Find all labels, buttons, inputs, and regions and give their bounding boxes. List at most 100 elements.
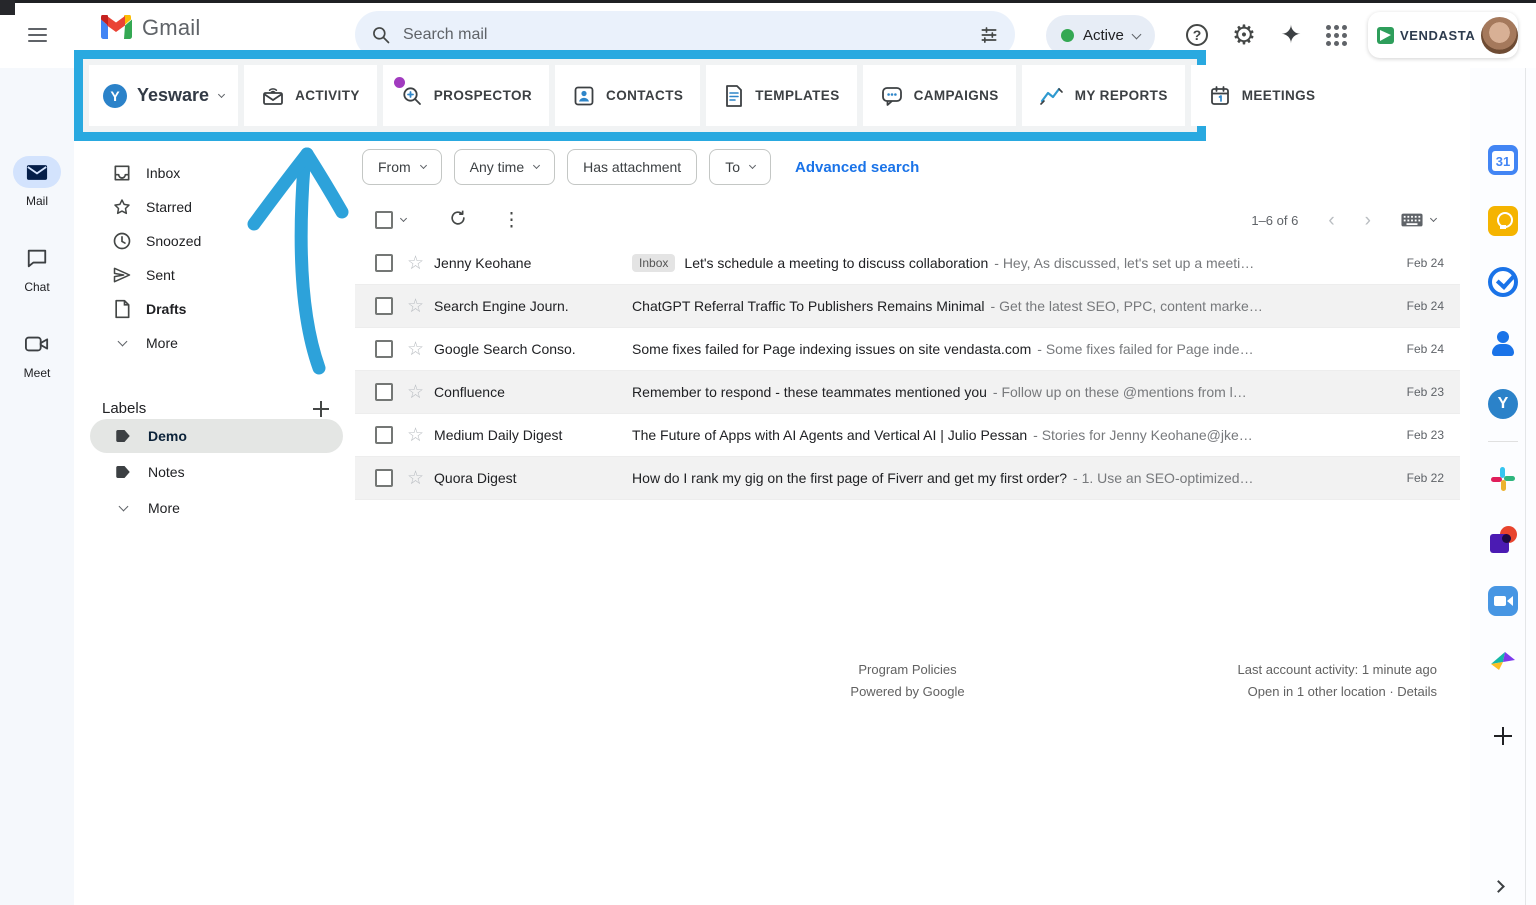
chevron-down-icon [218, 90, 225, 97]
label-tag-icon [114, 463, 132, 481]
gemini-button[interactable]: ✦ [1275, 19, 1307, 51]
vendasta-logo-icon [1377, 27, 1394, 44]
row-checkbox[interactable] [375, 383, 393, 401]
help-button[interactable]: ? [1181, 19, 1213, 51]
yesware-tab-activity[interactable]: ACTIVITY [244, 65, 377, 126]
star-icon [112, 197, 132, 217]
email-row[interactable]: ☆ Google Search Conso. Some fixes failed… [355, 328, 1460, 371]
help-icon: ? [1186, 24, 1208, 46]
star-icon[interactable]: ☆ [407, 381, 424, 404]
account-chip[interactable]: VENDASTA [1368, 12, 1518, 58]
filter-chip-anytime[interactable]: Any time [454, 149, 555, 185]
account-activity-details[interactable]: Open in 1 other location · Details [1238, 681, 1437, 703]
chevron-down-icon [1430, 215, 1437, 222]
active-status-dot [1061, 29, 1074, 42]
filter-chip-has-attachment[interactable]: Has attachment [567, 149, 697, 185]
email-sender: Quora Digest [434, 470, 632, 486]
star-icon[interactable]: ☆ [407, 295, 424, 318]
email-row[interactable]: ☆ Jenny Keohane Inbox Let's schedule a m… [355, 242, 1460, 285]
more-options-button[interactable]: ⋮ [502, 211, 521, 230]
email-snippet: - Hey, As discussed, let's set up a meet… [994, 255, 1254, 271]
purple-app-icon [1488, 525, 1518, 555]
window-top-edge [0, 0, 1536, 3]
star-icon[interactable]: ☆ [407, 252, 424, 275]
google-calendar-button[interactable]: 31 [1487, 144, 1519, 176]
advanced-search-link[interactable]: Advanced search [795, 159, 919, 176]
show-side-panel-button[interactable] [1492, 880, 1505, 893]
input-tools-button[interactable] [1401, 213, 1436, 227]
video-addon-button[interactable] [1487, 585, 1519, 617]
row-checkbox[interactable] [375, 469, 393, 487]
window-top-corner [0, 0, 15, 15]
row-checkbox[interactable] [375, 297, 393, 315]
yesware-addon-button[interactable]: Y [1487, 388, 1519, 420]
filter-chip-to[interactable]: To [709, 149, 771, 185]
rail-item-meet[interactable]: Meet [13, 328, 61, 380]
yesware-brand-menu[interactable]: Y Yesware [89, 65, 238, 126]
row-checkbox[interactable] [375, 340, 393, 358]
google-contacts-button[interactable] [1487, 327, 1519, 359]
email-date: Feb 24 [1374, 256, 1444, 270]
hamburger-menu-icon[interactable] [24, 22, 50, 48]
star-icon[interactable]: ☆ [407, 338, 424, 361]
sidebar-item-snoozed[interactable]: Snoozed [74, 224, 355, 258]
star-icon[interactable]: ☆ [407, 467, 424, 490]
email-list: ☆ Jenny Keohane Inbox Let's schedule a m… [355, 242, 1460, 500]
row-checkbox[interactable] [375, 254, 393, 272]
arrow-addon-button[interactable] [1487, 646, 1519, 678]
notification-dot [394, 77, 405, 88]
email-date: Feb 23 [1374, 385, 1444, 399]
yesware-tab-contacts[interactable]: CONTACTS [555, 65, 700, 126]
email-row[interactable]: ☆ Confluence Remember to respond - these… [355, 371, 1460, 414]
email-sender: Confluence [434, 384, 632, 400]
gmail-wordmark: Gmail [142, 15, 200, 41]
rail-item-chat[interactable]: Chat [13, 242, 61, 294]
sidebar-item-drafts[interactable]: Drafts [74, 292, 355, 326]
search-input[interactable] [403, 26, 967, 44]
gmail-window: Gmail Active ? ⚙ ✦ [0, 0, 1536, 905]
yesware-logo-icon: Y [103, 84, 127, 108]
star-icon[interactable]: ☆ [407, 424, 424, 447]
google-tasks-button[interactable] [1487, 266, 1519, 298]
slack-addon-button[interactable] [1487, 463, 1519, 495]
older-page-button[interactable]: › [1365, 211, 1371, 230]
settings-button[interactable]: ⚙ [1228, 19, 1260, 51]
yesware-tab-my-reports[interactable]: MY REPORTS [1022, 65, 1185, 126]
select-all-checkbox[interactable] [375, 211, 393, 229]
google-apps-button[interactable] [1320, 19, 1352, 51]
user-avatar[interactable] [1481, 17, 1518, 54]
create-label-button[interactable] [313, 401, 329, 417]
yesware-tab-prospector[interactable]: PROSPECTOR [383, 65, 549, 126]
rail-item-mail[interactable]: Mail [13, 156, 61, 208]
contacts-icon [1488, 328, 1518, 358]
list-footer-right: Last account activity: 1 minute ago Open… [1238, 659, 1437, 703]
get-addons-button[interactable] [1494, 727, 1512, 745]
rail-divider [1488, 441, 1518, 442]
sidebar-item-more[interactable]: More [74, 326, 355, 360]
search-options-icon[interactable] [979, 25, 999, 45]
yesware-tab-templates[interactable]: TEMPLATES [706, 65, 856, 126]
google-keep-button[interactable] [1487, 205, 1519, 237]
select-dropdown-icon[interactable] [400, 215, 407, 222]
sidebar-item-sent[interactable]: Sent [74, 258, 355, 292]
row-checkbox[interactable] [375, 426, 393, 444]
yesware-tab-campaigns[interactable]: CAMPAIGNS [863, 65, 1016, 126]
email-date: Feb 22 [1374, 471, 1444, 485]
newer-page-button[interactable]: ‹ [1328, 211, 1334, 230]
labels-more[interactable]: More [90, 491, 343, 525]
label-demo[interactable]: Demo [90, 419, 343, 453]
email-subject: Let's schedule a meeting to discuss coll… [684, 255, 988, 271]
label-notes[interactable]: Notes [90, 455, 343, 489]
sidebar-item-inbox[interactable]: Inbox [74, 156, 355, 190]
email-row[interactable]: ☆ Quora Digest How do I rank my gig on t… [355, 457, 1460, 500]
inbox-icon [112, 163, 132, 183]
sidebar-item-starred[interactable]: Starred [74, 190, 355, 224]
email-row[interactable]: ☆ Medium Daily Digest The Future of Apps… [355, 414, 1460, 457]
purple-addon-button[interactable] [1487, 524, 1519, 556]
vendasta-wordmark: VENDASTA [1400, 28, 1475, 43]
yesware-toolbar-highlight-box: Y Yesware ACTIVITY PROSPECTOR CONTACTS T… [74, 50, 1206, 141]
yesware-tab-meetings[interactable]: MEETINGS [1191, 65, 1333, 126]
email-row[interactable]: ☆ Search Engine Journ. ChatGPT Referral … [355, 285, 1460, 328]
refresh-button[interactable] [448, 208, 468, 233]
filter-chip-from[interactable]: From [362, 149, 442, 185]
